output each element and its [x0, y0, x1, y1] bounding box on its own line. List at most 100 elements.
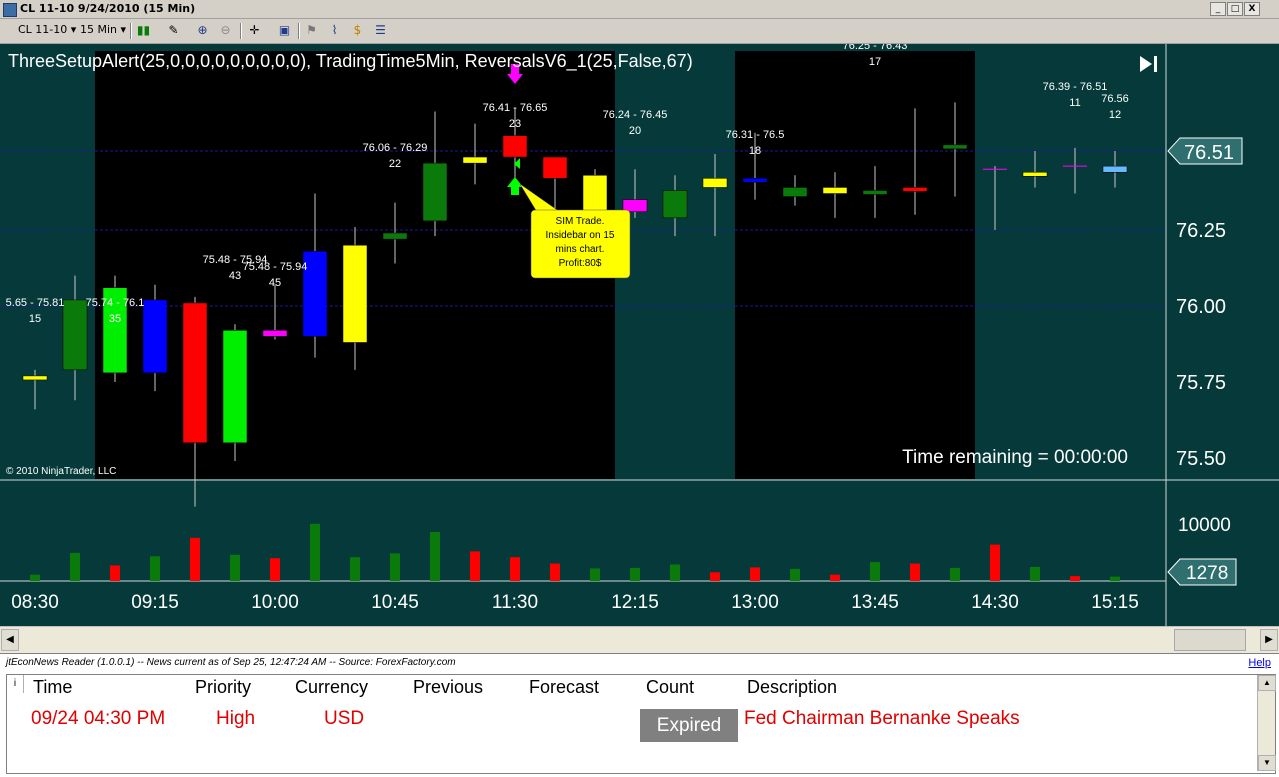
- interval-selector[interactable]: 15 Min ▾: [76, 22, 130, 38]
- candle-body: [382, 232, 408, 240]
- indicator-label: ThreeSetupAlert(25,0,0,0,0,0,0,0,0,0), T…: [8, 51, 693, 72]
- maximize-button[interactable]: □: [1227, 2, 1243, 16]
- candle-body: [662, 190, 688, 219]
- range-label: 76.56: [1101, 93, 1129, 105]
- candle-body: [742, 178, 768, 183]
- volume-bar: [470, 551, 480, 581]
- time-axis-label: 09:15: [131, 592, 179, 613]
- volume-bar: [510, 557, 520, 581]
- dollar-icon[interactable]: $: [350, 23, 365, 38]
- volume-axis-label: 10000: [1178, 515, 1231, 536]
- count-label: 11: [1069, 97, 1080, 109]
- toolbar-separator: [240, 23, 242, 39]
- indicators-icon[interactable]: ⌇: [327, 23, 342, 38]
- col-currency[interactable]: Currency: [295, 677, 368, 698]
- instrument-selector[interactable]: CL 11-10 ▾: [14, 22, 80, 38]
- range-label: 76.25 - 76.43: [843, 44, 908, 52]
- candle-body: [182, 302, 208, 444]
- col-description[interactable]: Description: [747, 677, 837, 698]
- news-currency: USD: [324, 708, 365, 729]
- price-axis-label: 76.25: [1176, 220, 1226, 242]
- candle-body: [1022, 171, 1048, 177]
- minimize-button[interactable]: _: [1210, 2, 1226, 16]
- range-label: 5.65 - 75.81: [6, 297, 65, 309]
- chart-scrollbar[interactable]: ◀ ▶: [0, 626, 1279, 653]
- time-axis-label: 14:30: [971, 592, 1019, 613]
- zoom-in-icon[interactable]: ⊕: [195, 23, 210, 38]
- price-chart[interactable]: 5.65 - 75.81 15 75.74 - 76.1 35 75.48 - 75.9…: [0, 44, 1279, 626]
- price-axis-label: 75.75: [1176, 372, 1226, 394]
- count-label: 17: [869, 56, 881, 68]
- candle-body: [262, 330, 288, 337]
- col-time[interactable]: Time: [33, 677, 72, 698]
- close-button[interactable]: X: [1244, 2, 1260, 16]
- col-forecast[interactable]: Forecast: [529, 677, 599, 698]
- candle-body: [542, 156, 568, 179]
- news-count-badge: Expired: [640, 709, 738, 742]
- count-label: 12: [1109, 109, 1121, 121]
- count-label: 35: [109, 313, 121, 325]
- scroll-left-button[interactable]: ◀: [1, 629, 19, 651]
- econ-news-panel: jtEconNews Reader (1.0.0.1) -- News curr…: [0, 653, 1279, 777]
- help-link[interactable]: Help: [1248, 657, 1271, 669]
- time-axis-label: 13:00: [731, 592, 779, 613]
- range-label: 76.31 - 76.5: [726, 129, 785, 141]
- volume-bar: [910, 563, 920, 581]
- crosshair-icon[interactable]: ✛: [247, 23, 262, 38]
- time-axis-label: 13:45: [851, 592, 899, 613]
- count-label: 23: [509, 118, 521, 130]
- volume-bar: [1030, 566, 1040, 581]
- drawing-tools-icon[interactable]: ✎: [166, 23, 181, 38]
- scroll-down-button[interactable]: ▼: [1258, 755, 1276, 771]
- time-axis-label: 12:15: [611, 592, 659, 613]
- volume-bar: [550, 563, 560, 581]
- count-label: 22: [389, 158, 401, 170]
- candle-body: [822, 187, 848, 194]
- count-label: 20: [629, 125, 641, 137]
- title-bar: CL 11-10 9/24/2010 (15 Min) _ □ X: [0, 0, 1279, 19]
- volume-bar: [750, 567, 760, 581]
- volume-bar: [670, 564, 680, 581]
- candle-body: [222, 330, 248, 444]
- volume-bar: [350, 557, 360, 581]
- volume-bar: [310, 523, 320, 581]
- scroll-thumb[interactable]: [1174, 629, 1246, 651]
- candle-body: [62, 299, 88, 371]
- chart-toolbar: CL 11-10 ▾ 15 Min ▾ ▮▮ ✎ ⊕ ⊖ ✛ ▣ ⚑ ⌇ $ ☰: [0, 19, 1279, 44]
- candle-body: [462, 156, 488, 164]
- candle-body: [22, 375, 48, 381]
- zoom-out-icon[interactable]: ⊖: [218, 23, 233, 38]
- session-region: [735, 51, 975, 479]
- scroll-right-button[interactable]: ▶: [1260, 629, 1278, 651]
- window-title: CL 11-10 9/24/2010 (15 Min): [20, 2, 196, 15]
- volume-bar: [950, 567, 960, 581]
- volume-bar: [590, 568, 600, 581]
- interval-label: 15 Min: [80, 23, 118, 36]
- strategy-icon[interactable]: ⚑: [304, 23, 319, 38]
- news-table: i Time Priority Currency Previous Foreca…: [6, 674, 1276, 774]
- candle-body: [422, 162, 448, 222]
- candle-body: [342, 244, 368, 343]
- volume-bar: [710, 572, 720, 581]
- col-count[interactable]: Count: [646, 677, 694, 698]
- instrument-label: CL 11-10: [18, 23, 68, 36]
- callout-text: Profit:80$: [559, 258, 602, 269]
- properties-icon[interactable]: ▣: [277, 23, 292, 38]
- col-priority[interactable]: Priority: [195, 677, 251, 698]
- volume-bar: [1070, 576, 1080, 581]
- candle-body: [902, 187, 928, 192]
- count-label: 45: [269, 277, 281, 289]
- range-label: 76.24 - 76.45: [603, 109, 668, 121]
- toolbar-separator: [298, 23, 300, 39]
- news-scrollbar[interactable]: ▲ ▼: [1257, 675, 1276, 771]
- col-previous[interactable]: Previous: [413, 677, 483, 698]
- candle-body: [582, 175, 608, 216]
- chart-style-icon[interactable]: ▮▮: [136, 23, 151, 38]
- candle-body: [1102, 165, 1128, 173]
- current-price-label: 76.51: [1184, 142, 1234, 164]
- data-box-icon[interactable]: ☰: [373, 23, 388, 38]
- candle-body: [782, 187, 808, 197]
- info-icon[interactable]: i: [7, 675, 24, 693]
- scroll-up-button[interactable]: ▲: [1258, 675, 1276, 691]
- time-axis-label: 08:30: [11, 592, 59, 613]
